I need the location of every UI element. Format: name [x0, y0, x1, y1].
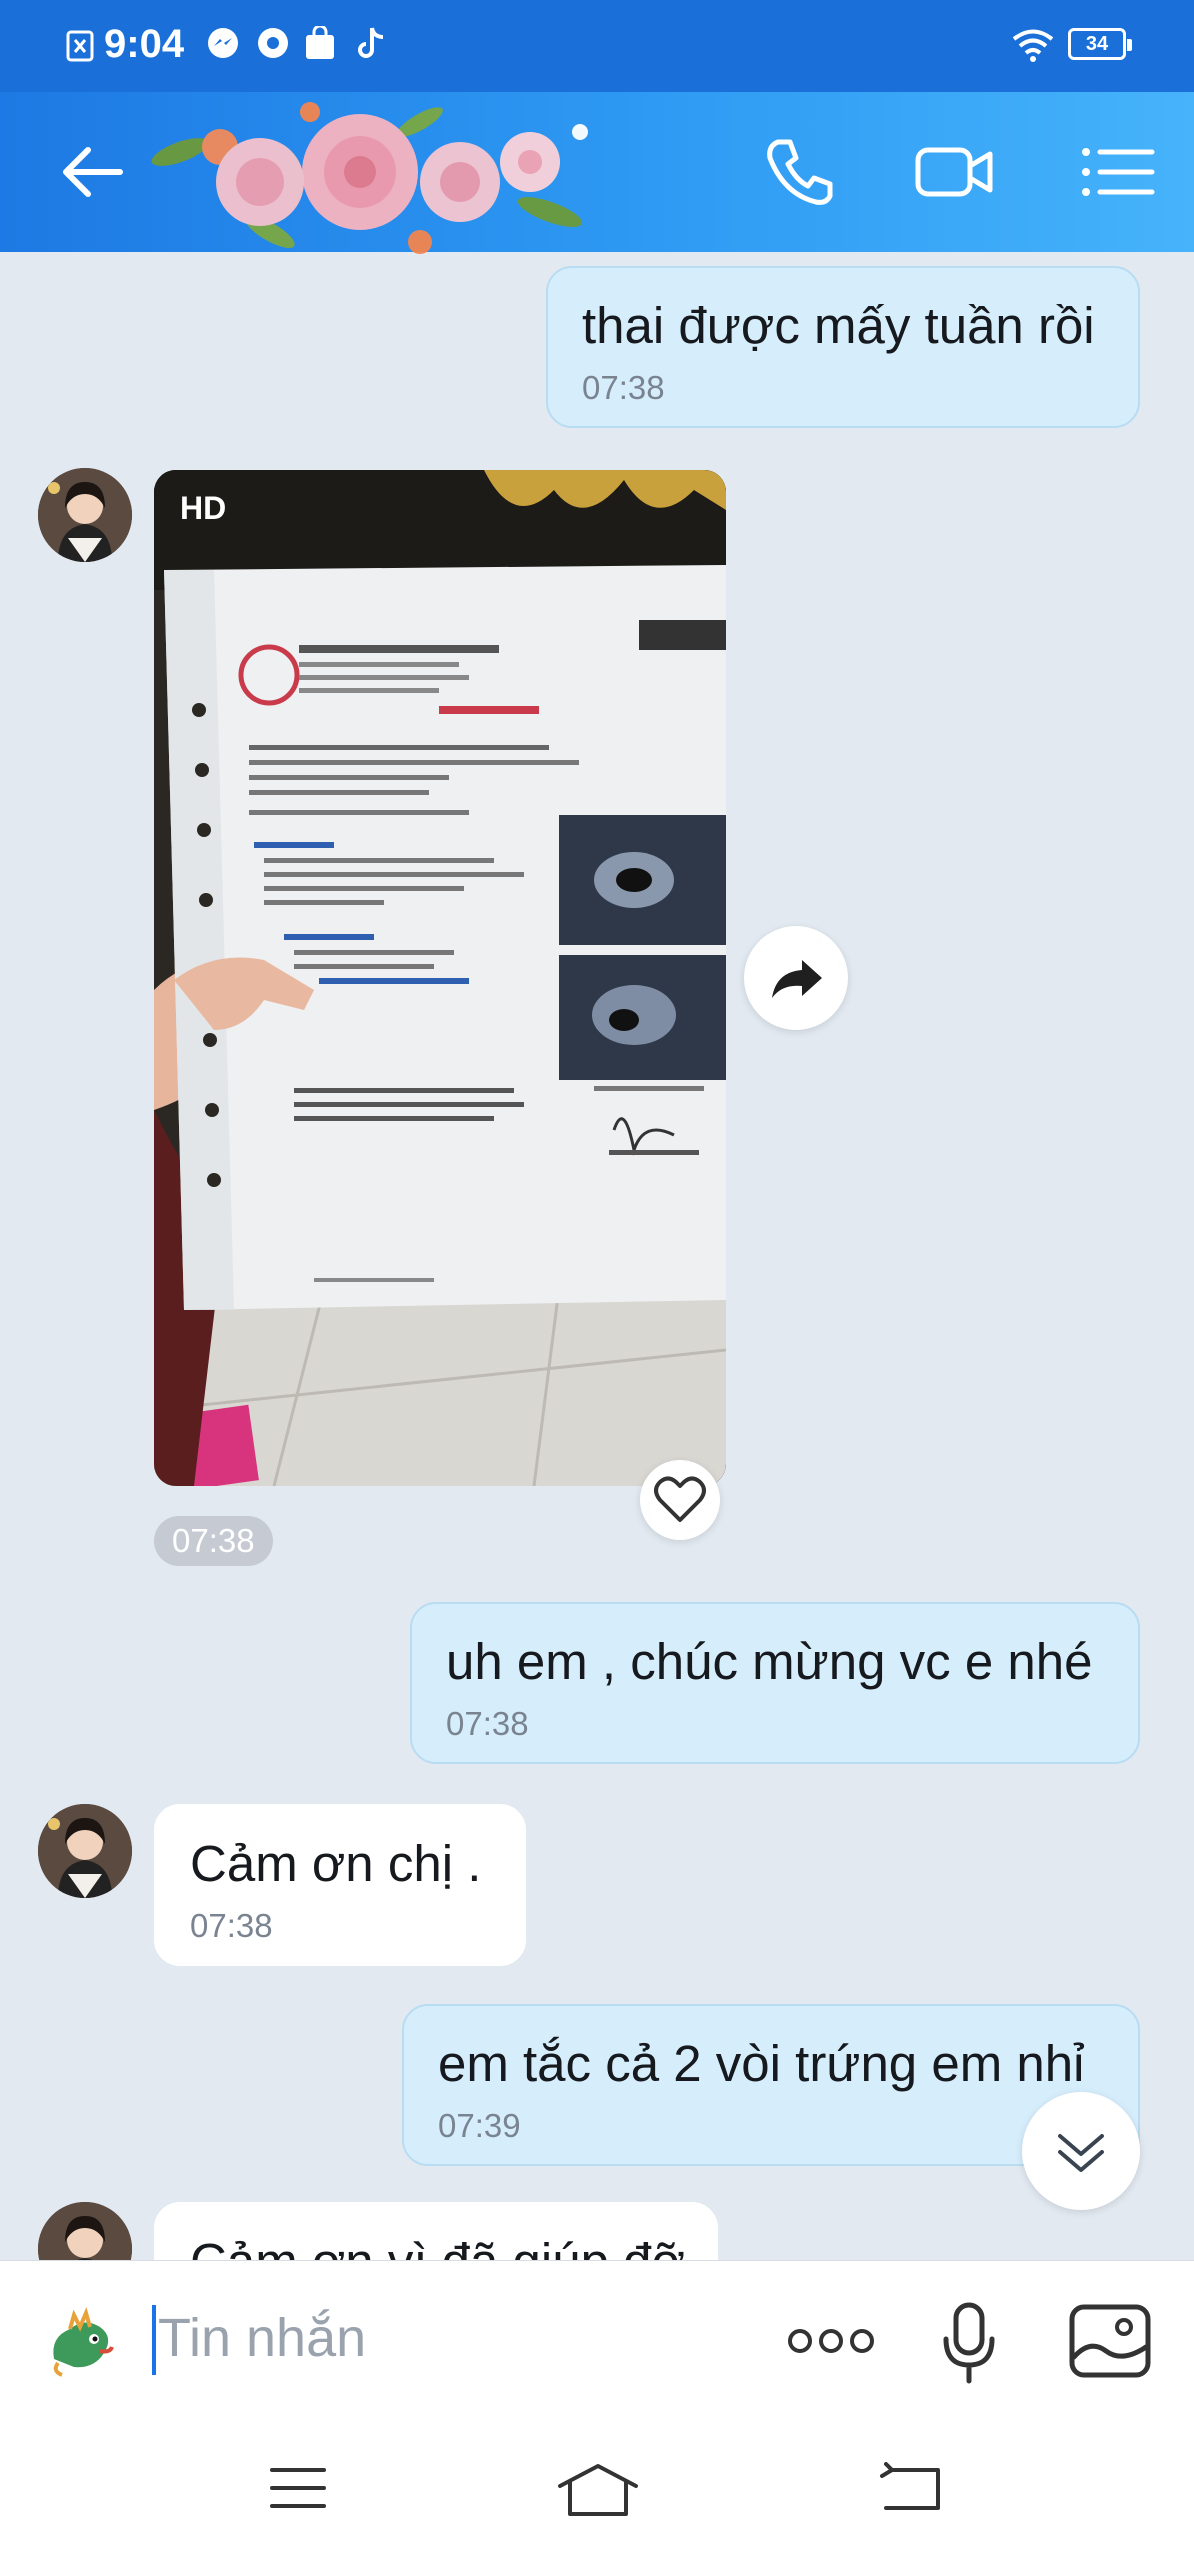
avatar[interactable]	[38, 468, 132, 562]
message-bubble-outgoing[interactable]: thai được mấy tuần rồi 07:38	[546, 266, 1140, 428]
wifi-icon	[1012, 29, 1054, 62]
back-icon[interactable]	[878, 2462, 944, 2514]
message-text: Cảm ơn vì đã giúp đỡ	[190, 2232, 685, 2260]
avatar[interactable]	[38, 2202, 132, 2260]
message-text: thai được mấy tuần rồi	[582, 297, 1095, 354]
video-call-icon[interactable]	[912, 130, 996, 214]
message-input[interactable]: Tin nhắn	[158, 2307, 366, 2369]
hd-badge: HD	[180, 490, 227, 526]
message-bubble-outgoing[interactable]: uh em , chúc mừng vc e nhé 07:38	[410, 1602, 1140, 1764]
message-time: 07:38	[446, 1705, 529, 1742]
message-text: em tắc cả 2 vòi trứng em nhỉ	[438, 2035, 1085, 2092]
message-time: 07:38	[190, 1907, 273, 1944]
status-time: 9:04	[104, 22, 185, 66]
chrome-icon	[258, 28, 288, 58]
menu-list-icon[interactable]	[1076, 130, 1160, 214]
sticker-dragon-icon[interactable]	[44, 2307, 118, 2381]
scroll-to-bottom-button[interactable]	[1022, 2092, 1140, 2210]
system-navigation-bar	[0, 2420, 1194, 2560]
like-button[interactable]	[640, 1460, 720, 1540]
screenshot-notification-icon	[66, 30, 94, 62]
home-icon[interactable]	[556, 2462, 640, 2518]
message-time: 07:38	[582, 369, 665, 406]
gallery-image-icon[interactable]	[1068, 2303, 1152, 2379]
message-text: Cảm ơn chị .	[190, 1835, 482, 1892]
message-text: uh em , chúc mừng vc e nhé	[446, 1633, 1093, 1690]
shopping-bag-icon	[306, 26, 334, 59]
tiktok-icon	[358, 27, 384, 58]
back-arrow-icon[interactable]	[50, 130, 134, 214]
message-bubble-incoming[interactable]: Cảm ơn chị . 07:38	[154, 1804, 526, 1966]
forward-arrow-icon	[772, 960, 822, 998]
heart-icon	[654, 1476, 706, 1522]
avatar[interactable]	[38, 1804, 132, 1898]
image-message[interactable]: HD	[154, 470, 726, 1486]
message-list[interactable]: thai được mấy tuần rồi 07:38 HD 07:38 uh…	[0, 252, 1194, 2260]
more-options-icon[interactable]	[786, 2323, 876, 2359]
messenger-icon	[208, 28, 238, 58]
chat-header	[0, 92, 1194, 254]
recent-apps-icon[interactable]	[268, 2462, 328, 2514]
image-time: 07:38	[154, 1516, 273, 1566]
battery-indicator: 34	[1068, 28, 1132, 60]
text-cursor	[152, 2305, 156, 2375]
message-bubble-incoming[interactable]: Cảm ơn vì đã giúp đỡ	[154, 2202, 718, 2260]
microphone-icon[interactable]	[938, 2301, 1000, 2385]
status-bar: 9:04 34	[0, 0, 1194, 92]
message-time: 07:39	[438, 2107, 521, 2144]
share-forward-button[interactable]	[744, 926, 848, 1030]
floral-decoration	[151, 102, 588, 254]
message-composer: Tin nhắn	[0, 2260, 1194, 2420]
phone-call-icon[interactable]	[756, 130, 840, 214]
double-chevron-down-icon	[1058, 2134, 1104, 2172]
